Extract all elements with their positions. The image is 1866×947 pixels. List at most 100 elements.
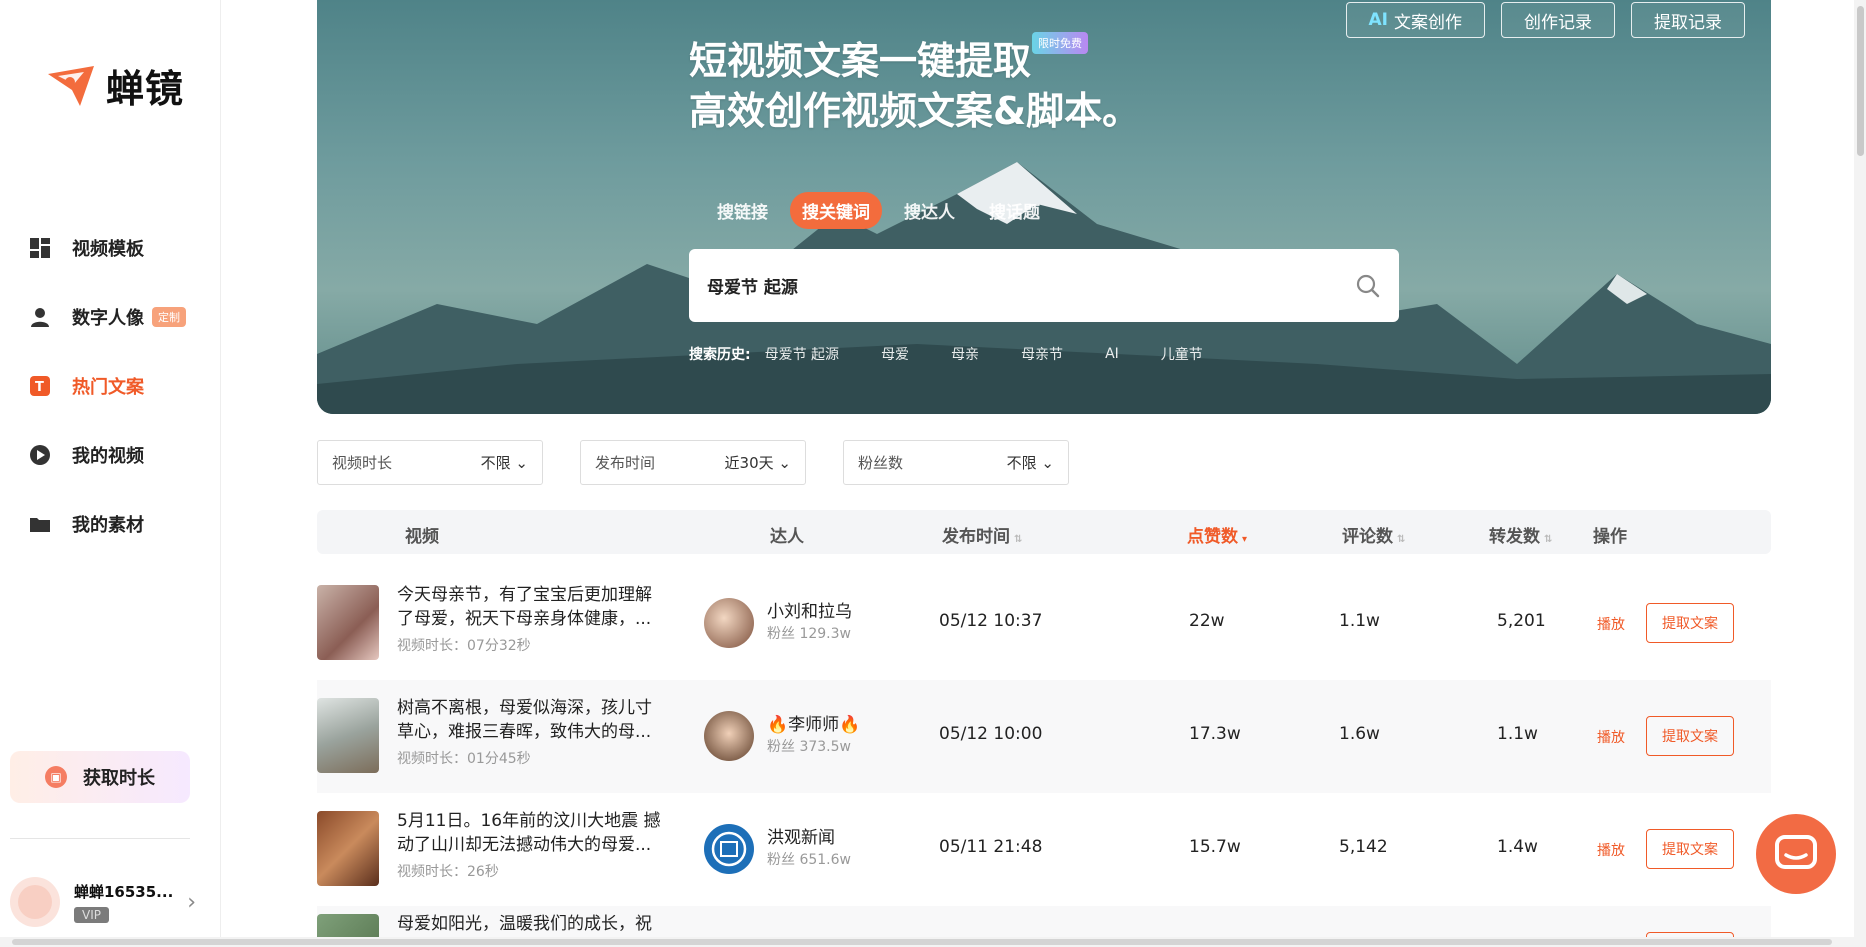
history-item[interactable]: 母爱 <box>881 344 909 364</box>
sidebar-item-hot-copy[interactable]: T 热门文案 <box>0 351 220 420</box>
likes-count: 22w <box>1189 611 1225 631</box>
header-likes[interactable]: 点赞数 ▾ <box>1187 522 1247 547</box>
chevron-right-icon: › <box>187 889 197 915</box>
history-item[interactable]: 母亲 <box>951 344 979 364</box>
play-button[interactable]: 播放 <box>1597 840 1625 860</box>
play-button[interactable]: 播放 <box>1597 614 1625 634</box>
tab-search-creator[interactable]: 搜达人 <box>892 192 967 229</box>
hero-title-line2: 高效创作视频文案&脚本。 <box>689 89 1141 133</box>
extract-copy-button[interactable]: 提取文案 <box>1646 829 1734 869</box>
sidebar-item-my-videos[interactable]: 我的视频 <box>0 420 220 489</box>
sidebar-item-my-materials[interactable]: 我的素材 <box>0 489 220 558</box>
creator-avatar[interactable] <box>704 711 754 761</box>
vertical-scrollbar[interactable] <box>1854 0 1866 947</box>
chat-icon <box>1775 835 1817 869</box>
sidebar: 蝉镜 视频模板 数字人像 定制 T 热门文案 我的视频 我的素材 ▣ 获取时长 … <box>0 0 221 947</box>
chevron-down-icon: ⌄ <box>515 454 528 472</box>
filter-value: 近30天 <box>724 454 774 472</box>
header-shares[interactable]: 转发数 ⇅ <box>1489 522 1552 547</box>
shares-count: 1.4w <box>1497 837 1538 857</box>
shares-count: 1.1w <box>1497 724 1538 744</box>
video-title[interactable]: 树高不离根，母爱似海深，孩儿寸草心，难报三春晖，致伟大的母... <box>397 696 667 744</box>
table-row: 今天母亲节，有了宝宝后更加理解了母爱，祝天下母亲身体健康，... 视频时长：07… <box>317 567 1771 680</box>
extract-copy-button[interactable]: 提取文案 <box>1646 716 1734 756</box>
tab-search-keyword[interactable]: 搜关键词 <box>790 192 882 229</box>
sidebar-item-label: 我的视频 <box>72 445 144 467</box>
video-thumbnail[interactable] <box>317 811 379 886</box>
filter-fans[interactable]: 粉丝数 不限 ⌄ <box>843 440 1069 485</box>
comments-count: 5,142 <box>1339 837 1388 857</box>
comments-count: 1.1w <box>1339 611 1380 631</box>
search-icon[interactable] <box>1355 273 1381 299</box>
header-publish-time[interactable]: 发布时间 ⇅ <box>942 522 1022 547</box>
filter-publish-time[interactable]: 发布时间 近30天 ⌄ <box>580 440 806 485</box>
video-title[interactable]: 5月11日。16年前的汶川大地震 撼动了山川却无法撼动伟大的母爱... <box>397 809 667 857</box>
creator-avatar[interactable] <box>704 598 754 648</box>
shares-count: 5,201 <box>1497 611 1546 631</box>
custom-badge: 定制 <box>152 306 186 327</box>
video-duration: 视频时长：07分32秒 <box>397 638 531 654</box>
comments-count: 1.6w <box>1339 724 1380 744</box>
get-time-button[interactable]: ▣ 获取时长 <box>10 751 190 803</box>
sidebar-item-label: 我的素材 <box>72 514 144 536</box>
likes-count: 15.7w <box>1189 837 1241 857</box>
scroll-thumb[interactable] <box>1857 6 1864 156</box>
sidebar-item-video-templates[interactable]: 视频模板 <box>0 213 220 282</box>
ai-copywriting-label: 文案创作 <box>1394 12 1462 33</box>
creator-name[interactable]: 小刘和拉乌 <box>767 597 852 622</box>
tab-search-link[interactable]: 搜链接 <box>705 192 780 229</box>
creator-avatar[interactable] <box>704 824 754 874</box>
logo[interactable]: 蝉镜 <box>44 58 184 113</box>
creator-fans: 粉丝 651.6w <box>767 852 851 868</box>
extract-copy-button[interactable]: 提取文案 <box>1646 603 1734 643</box>
search-input[interactable] <box>707 275 1355 296</box>
search-history-label: 搜索历史: <box>689 347 751 363</box>
tab-search-topic[interactable]: 搜话题 <box>977 192 1052 229</box>
filter-value: 不限 <box>1006 454 1037 472</box>
filter-label: 视频时长 <box>332 454 393 472</box>
creator-name[interactable]: 🔥李师师🔥 <box>767 710 860 735</box>
publish-time: 05/12 10:00 <box>939 724 1043 744</box>
sort-desc-icon: ▾ <box>1242 534 1248 545</box>
publish-time: 05/11 21:48 <box>939 837 1043 857</box>
sidebar-item-label: 数字人像 <box>72 307 144 329</box>
history-item[interactable]: 母爱节 起源 <box>765 344 839 364</box>
brand-name: 蝉镜 <box>106 67 185 111</box>
hero-banner: 短视频文案一键提取 高效创作视频文案&脚本。 限时免费 AI 文案创作 创作记录… <box>317 0 1771 414</box>
scroll-thumb[interactable] <box>12 939 1832 945</box>
creation-records-button[interactable]: 创作记录 <box>1501 2 1615 38</box>
history-item[interactable]: AI <box>1105 346 1119 362</box>
top-actions: AI 文案创作 创作记录 提取记录 <box>1345 2 1745 38</box>
video-thumbnail[interactable] <box>317 585 379 660</box>
history-item[interactable]: 儿童节 <box>1161 344 1203 364</box>
video-thumbnail[interactable] <box>317 698 379 773</box>
header-action: 操作 <box>1593 527 1627 547</box>
filter-value: 不限 <box>480 454 511 472</box>
search-box <box>689 249 1399 322</box>
sidebar-item-label: 热门文案 <box>72 376 144 398</box>
user-profile[interactable]: 蝉蝉16535... VIP › <box>10 872 210 932</box>
gift-icon: ▣ <box>45 766 67 788</box>
creator-name[interactable]: 洪观新闻 <box>767 823 835 848</box>
creator-fans: 粉丝 373.5w <box>767 739 851 755</box>
table-row: 树高不离根，母爱似海深，孩儿寸草心，难报三春晖，致伟大的母... 视频时长：01… <box>317 680 1771 793</box>
video-title[interactable]: 今天母亲节，有了宝宝后更加理解了母爱，祝天下母亲身体健康，... <box>397 583 667 631</box>
sidebar-nav: 视频模板 数字人像 定制 T 热门文案 我的视频 我的素材 <box>0 213 220 558</box>
header-comments[interactable]: 评论数 ⇅ <box>1342 522 1405 547</box>
header-video: 视频 <box>405 527 439 547</box>
play-button[interactable]: 播放 <box>1597 727 1625 747</box>
history-item[interactable]: 母亲节 <box>1021 344 1063 364</box>
sort-icon: ⇅ <box>1014 534 1023 545</box>
header-creator: 达人 <box>770 527 804 547</box>
filter-duration[interactable]: 视频时长 不限 ⌄ <box>317 440 543 485</box>
user-name: 蝉蝉16535... <box>74 883 174 901</box>
horizontal-scrollbar[interactable] <box>0 937 1854 947</box>
free-badge: 限时免费 <box>1032 32 1088 54</box>
ai-icon: AI <box>1368 10 1388 30</box>
publish-time: 05/12 10:37 <box>939 611 1043 631</box>
avatar <box>10 877 60 927</box>
extract-records-button[interactable]: 提取记录 <box>1631 2 1745 38</box>
chat-support-button[interactable] <box>1756 814 1836 894</box>
sidebar-item-digital-avatar[interactable]: 数字人像 定制 <box>0 282 220 351</box>
ai-copywriting-button[interactable]: AI 文案创作 <box>1345 2 1485 38</box>
